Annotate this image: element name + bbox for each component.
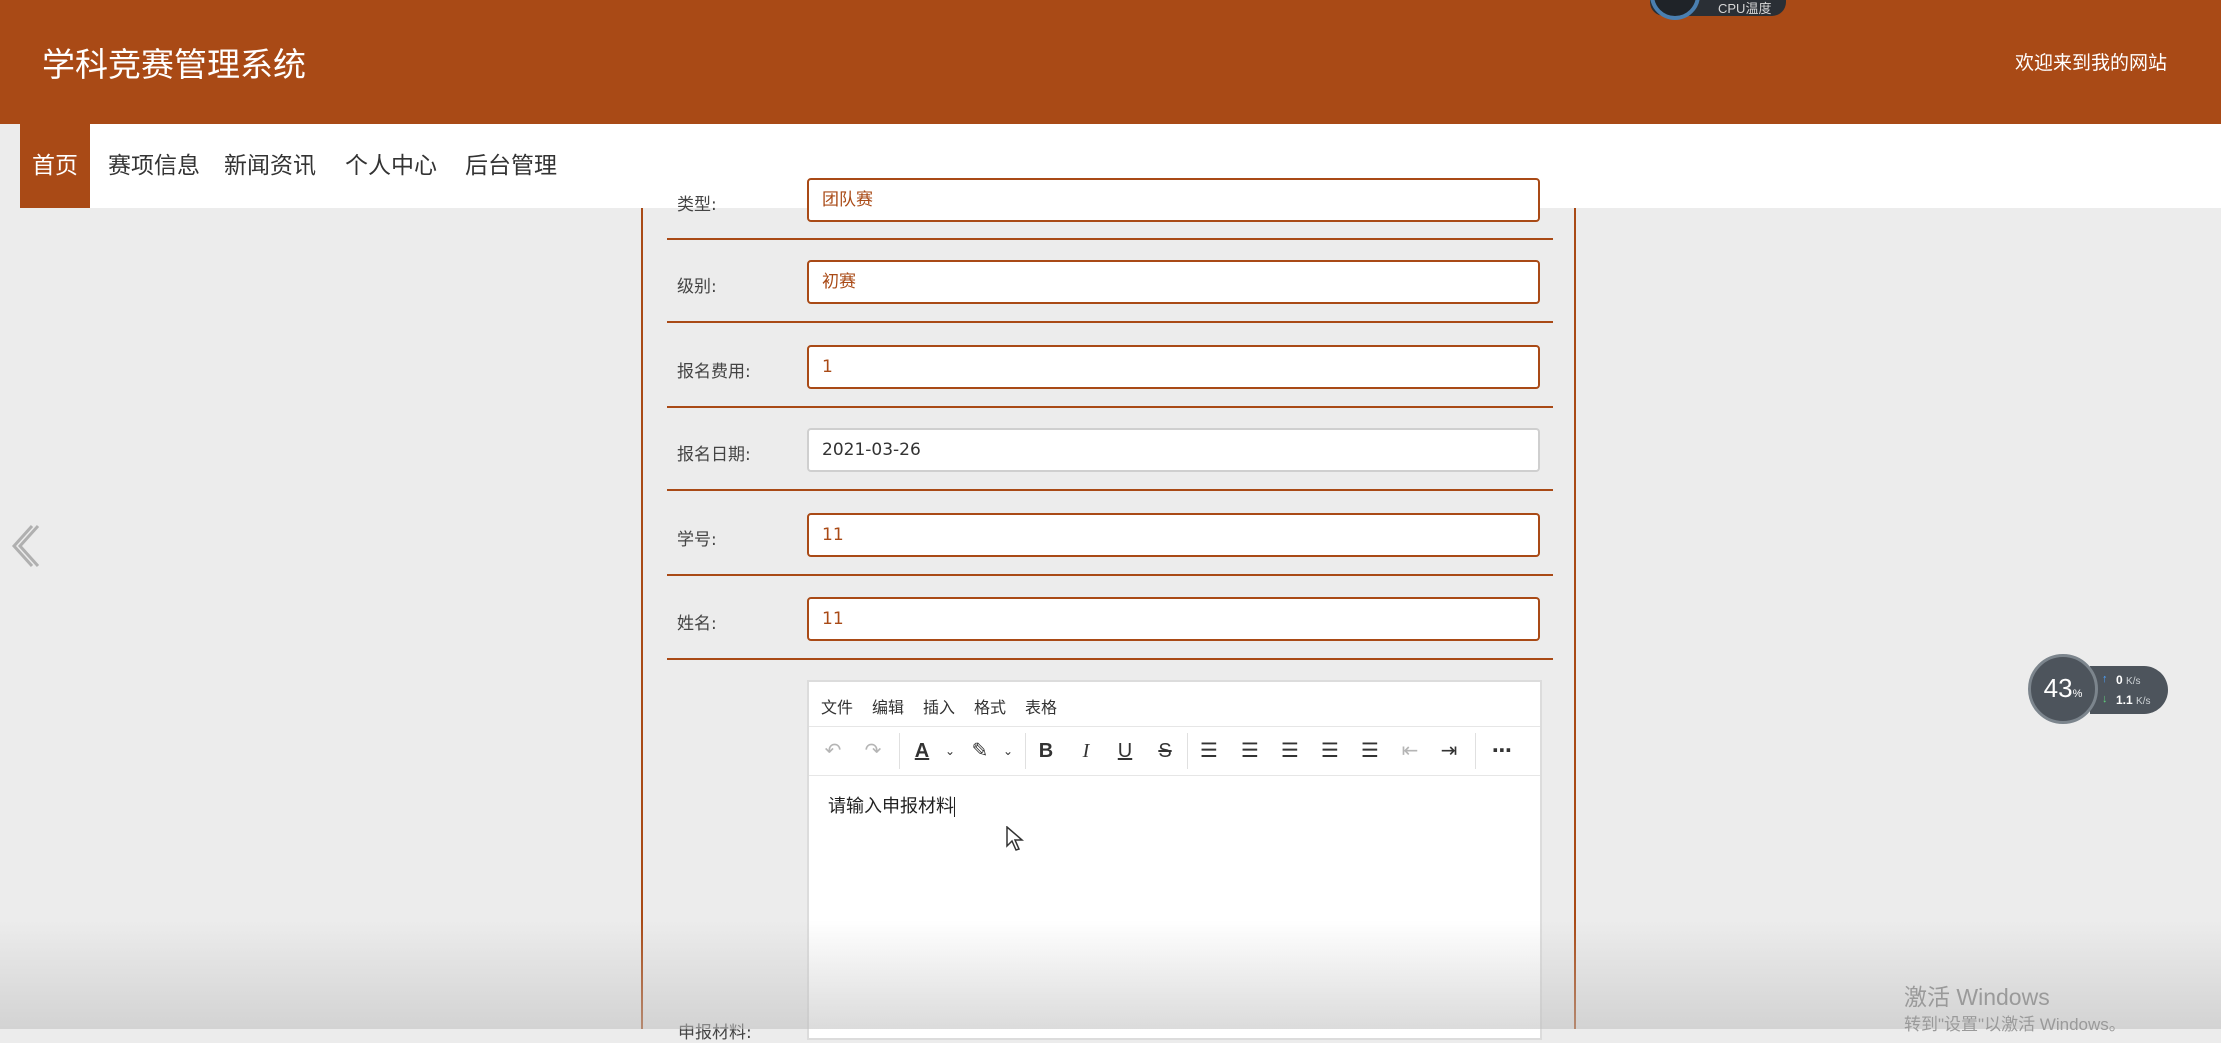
- align-left-icon[interactable]: ☰: [1235, 737, 1265, 765]
- chevron-down-icon[interactable]: ⌄: [935, 737, 965, 765]
- toolbar-divider: [899, 733, 900, 769]
- highlight-icon[interactable]: ✎: [965, 737, 995, 765]
- editor-toolbar: ↶ ↷ A ⌄ ✎ ⌄ B I U S ☰ ☰ ☰ ☰ ☰ ⇤ ⇥ ⋯: [809, 727, 1540, 776]
- redo-icon[interactable]: ↷: [858, 737, 888, 765]
- rich-text-editor: 文件 编辑 插入 格式 表格 ↶ ↷ A ⌄ ✎ ⌄ B I U S ☰ ☰ ☰…: [807, 680, 1542, 1040]
- windows-activation-watermark: 激活 Windows: [1904, 984, 2050, 1010]
- type-label: 类型:: [677, 195, 717, 215]
- form-row-student-id: 学号: 11: [667, 491, 1553, 576]
- cpu-usage-gauge: 43%: [2028, 654, 2098, 724]
- name-field[interactable]: 11: [807, 597, 1540, 641]
- editor-content[interactable]: 请输入申报材料: [828, 792, 955, 818]
- text-color-icon[interactable]: A: [907, 737, 937, 765]
- undo-icon[interactable]: ↶: [818, 737, 848, 765]
- top-header: 学科竞赛管理系统 欢迎来到我的网站: [0, 0, 2221, 124]
- fee-label: 报名费用:: [677, 362, 751, 382]
- line-height-icon[interactable]: ☰: [1194, 737, 1224, 765]
- nav-item-contests[interactable]: 赛项信息: [108, 124, 200, 208]
- windows-activation-hint: 转到"设置"以激活 Windows。: [1904, 1015, 2126, 1034]
- align-center-icon[interactable]: ☰: [1275, 737, 1305, 765]
- more-icon[interactable]: ⋯: [1487, 737, 1517, 765]
- menu-edit[interactable]: 编辑: [872, 694, 904, 718]
- fee-field[interactable]: 1: [807, 345, 1540, 389]
- toolbar-divider: [1187, 733, 1188, 769]
- cpu-temp-label: CPU温度: [1718, 1, 1772, 16]
- menu-insert[interactable]: 插入: [923, 694, 955, 718]
- network-monitor-widget[interactable]: ↑ 0 K/s ↓ 1.1 K/s 43%: [2028, 654, 2168, 724]
- level-label: 级别:: [677, 277, 717, 297]
- toolbar-divider: [1025, 733, 1026, 769]
- underline-icon[interactable]: U: [1110, 737, 1140, 765]
- site-title: 学科竞赛管理系统: [42, 45, 306, 84]
- chevron-left-icon[interactable]: [10, 522, 40, 570]
- cpu-temp-widget[interactable]: CPU温度: [1650, 0, 1786, 20]
- upload-arrow-icon: ↑: [2102, 673, 2108, 685]
- editor-text: 请输入申报材料: [828, 796, 954, 817]
- level-field[interactable]: 初赛: [807, 260, 1540, 304]
- italic-icon[interactable]: I: [1071, 737, 1101, 765]
- name-label: 姓名:: [677, 614, 717, 634]
- align-right-icon[interactable]: ☰: [1315, 737, 1345, 765]
- outdent-icon[interactable]: ⇤: [1395, 737, 1425, 765]
- indent-icon[interactable]: ⇥: [1434, 737, 1464, 765]
- editor-menubar: 文件 编辑 插入 格式 表格: [809, 682, 1540, 727]
- form-row-type: 类型: 团队赛: [667, 178, 1553, 240]
- welcome-text: 欢迎来到我的网站: [2014, 52, 2167, 74]
- strikethrough-icon[interactable]: S: [1150, 737, 1180, 765]
- nav-item-home[interactable]: 首页: [20, 124, 90, 208]
- cpu-usage-value: 43: [2043, 673, 2073, 703]
- menu-table[interactable]: 表格: [1025, 694, 1057, 718]
- student-id-label: 学号:: [677, 530, 717, 550]
- menu-format[interactable]: 格式: [974, 694, 1006, 718]
- toolbar-divider: [1475, 733, 1476, 769]
- chevron-down-icon[interactable]: ⌄: [993, 737, 1023, 765]
- mouse-cursor-icon: [1006, 826, 1024, 851]
- nav-item-admin[interactable]: 后台管理: [465, 124, 557, 208]
- nav-item-profile[interactable]: 个人中心: [345, 124, 437, 208]
- form-row-level: 级别: 初赛: [667, 238, 1553, 323]
- download-arrow-icon: ↓: [2102, 693, 2108, 705]
- form-row-date: 报名日期: 2021-03-26: [667, 408, 1553, 491]
- upload-speed: ↑ 0 K/s: [2102, 673, 2141, 687]
- date-label: 报名日期:: [677, 445, 751, 465]
- nav-item-news[interactable]: 新闻资讯: [224, 124, 316, 208]
- student-id-field[interactable]: 11: [807, 513, 1540, 557]
- form-row-name: 姓名: 11: [667, 576, 1553, 660]
- material-label: 申报材料:: [678, 1023, 752, 1043]
- type-field[interactable]: 团队赛: [807, 178, 1540, 222]
- network-speed-panel: ↑ 0 K/s ↓ 1.1 K/s: [2090, 666, 2168, 714]
- date-field[interactable]: 2021-03-26: [807, 428, 1540, 472]
- text-caret: [954, 797, 955, 817]
- justify-icon[interactable]: ☰: [1355, 737, 1385, 765]
- menu-file[interactable]: 文件: [821, 694, 853, 718]
- application-form: 类型: 团队赛 级别: 初赛 报名费用: 1 报名日期: 2021-03-26 …: [641, 178, 1576, 1040]
- download-speed: ↓ 1.1 K/s: [2102, 693, 2151, 707]
- bold-icon[interactable]: B: [1031, 737, 1061, 765]
- form-row-fee: 报名费用: 1: [667, 323, 1553, 408]
